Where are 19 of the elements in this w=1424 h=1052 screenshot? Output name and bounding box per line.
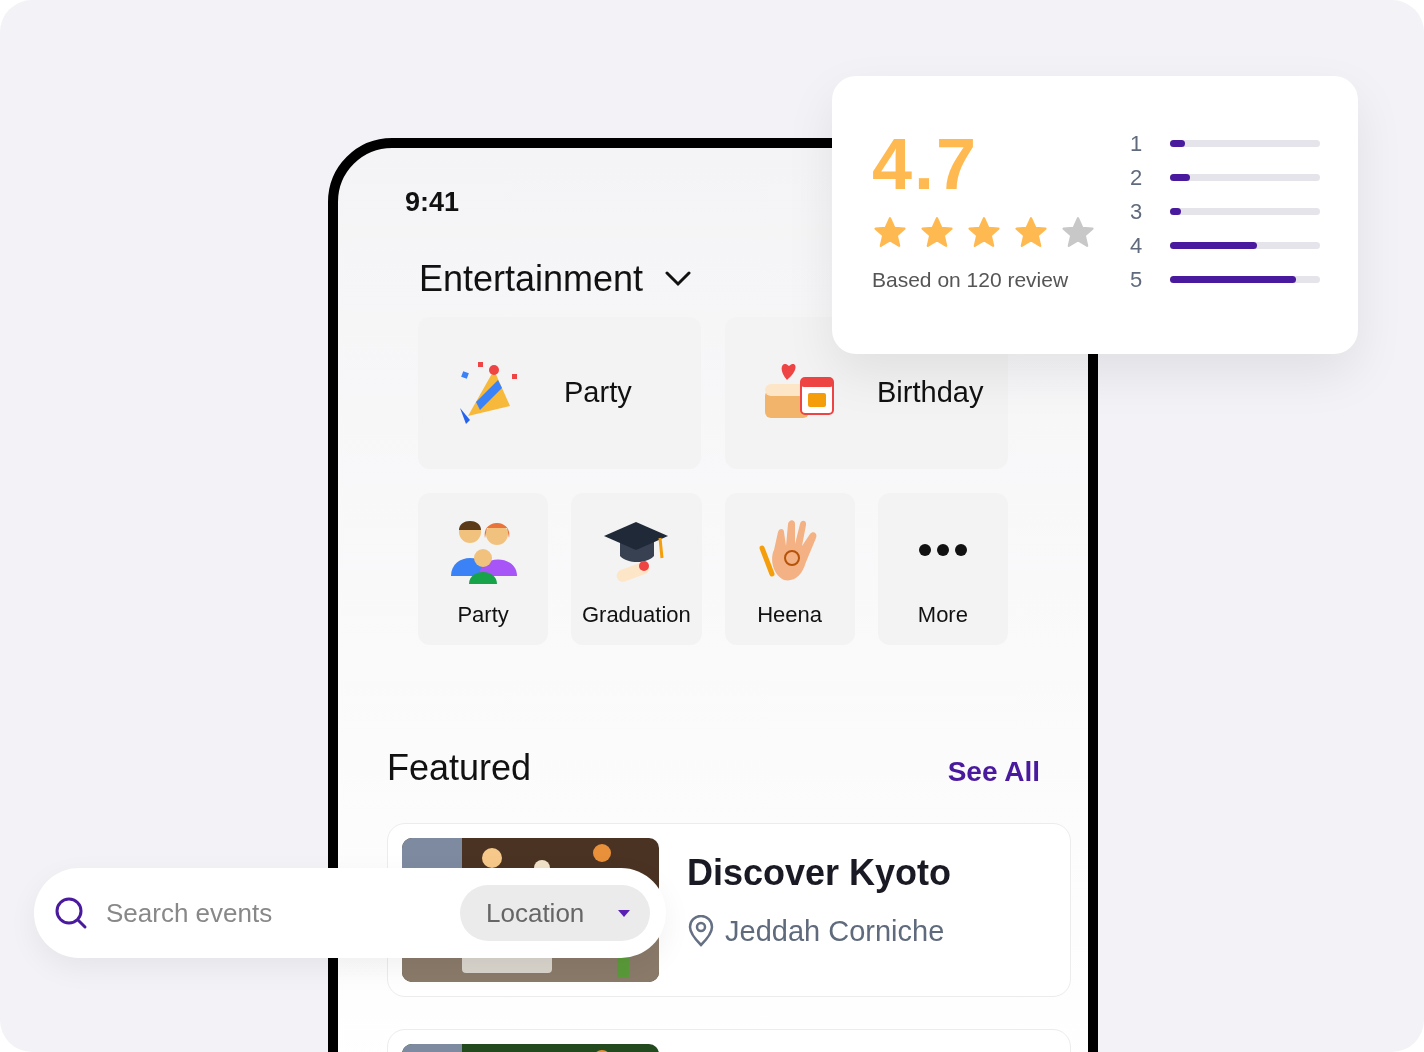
category-tile[interactable]: Graduation bbox=[571, 492, 702, 645]
rating-level-label: 4 bbox=[1130, 232, 1144, 260]
status-time: 9:41 bbox=[405, 187, 460, 217]
category-tile[interactable]: More bbox=[877, 492, 1008, 645]
rating-score: 4.7 bbox=[872, 124, 980, 204]
review-count: Based on 120 review bbox=[872, 267, 1070, 293]
rating-level-label: 3 bbox=[1130, 198, 1144, 226]
rating-level-label: 5 bbox=[1130, 266, 1144, 294]
category-tile[interactable]: Party bbox=[418, 316, 701, 469]
location-dropdown[interactable]: Location bbox=[460, 885, 650, 941]
category-tile[interactable]: Heena bbox=[724, 492, 855, 645]
category-tile[interactable]: Party bbox=[418, 492, 549, 645]
event-title: Discover Kyoto bbox=[687, 850, 952, 895]
rating-level-label: 2 bbox=[1130, 164, 1144, 192]
category-dropdown[interactable]: Entertainment bbox=[419, 260, 692, 297]
event-location: Jeddah Corniche bbox=[725, 913, 945, 949]
rating-level-label: 1 bbox=[1130, 130, 1144, 158]
section-title: Featured bbox=[387, 745, 532, 790]
see-all-link[interactable]: See All bbox=[947, 750, 1040, 793]
